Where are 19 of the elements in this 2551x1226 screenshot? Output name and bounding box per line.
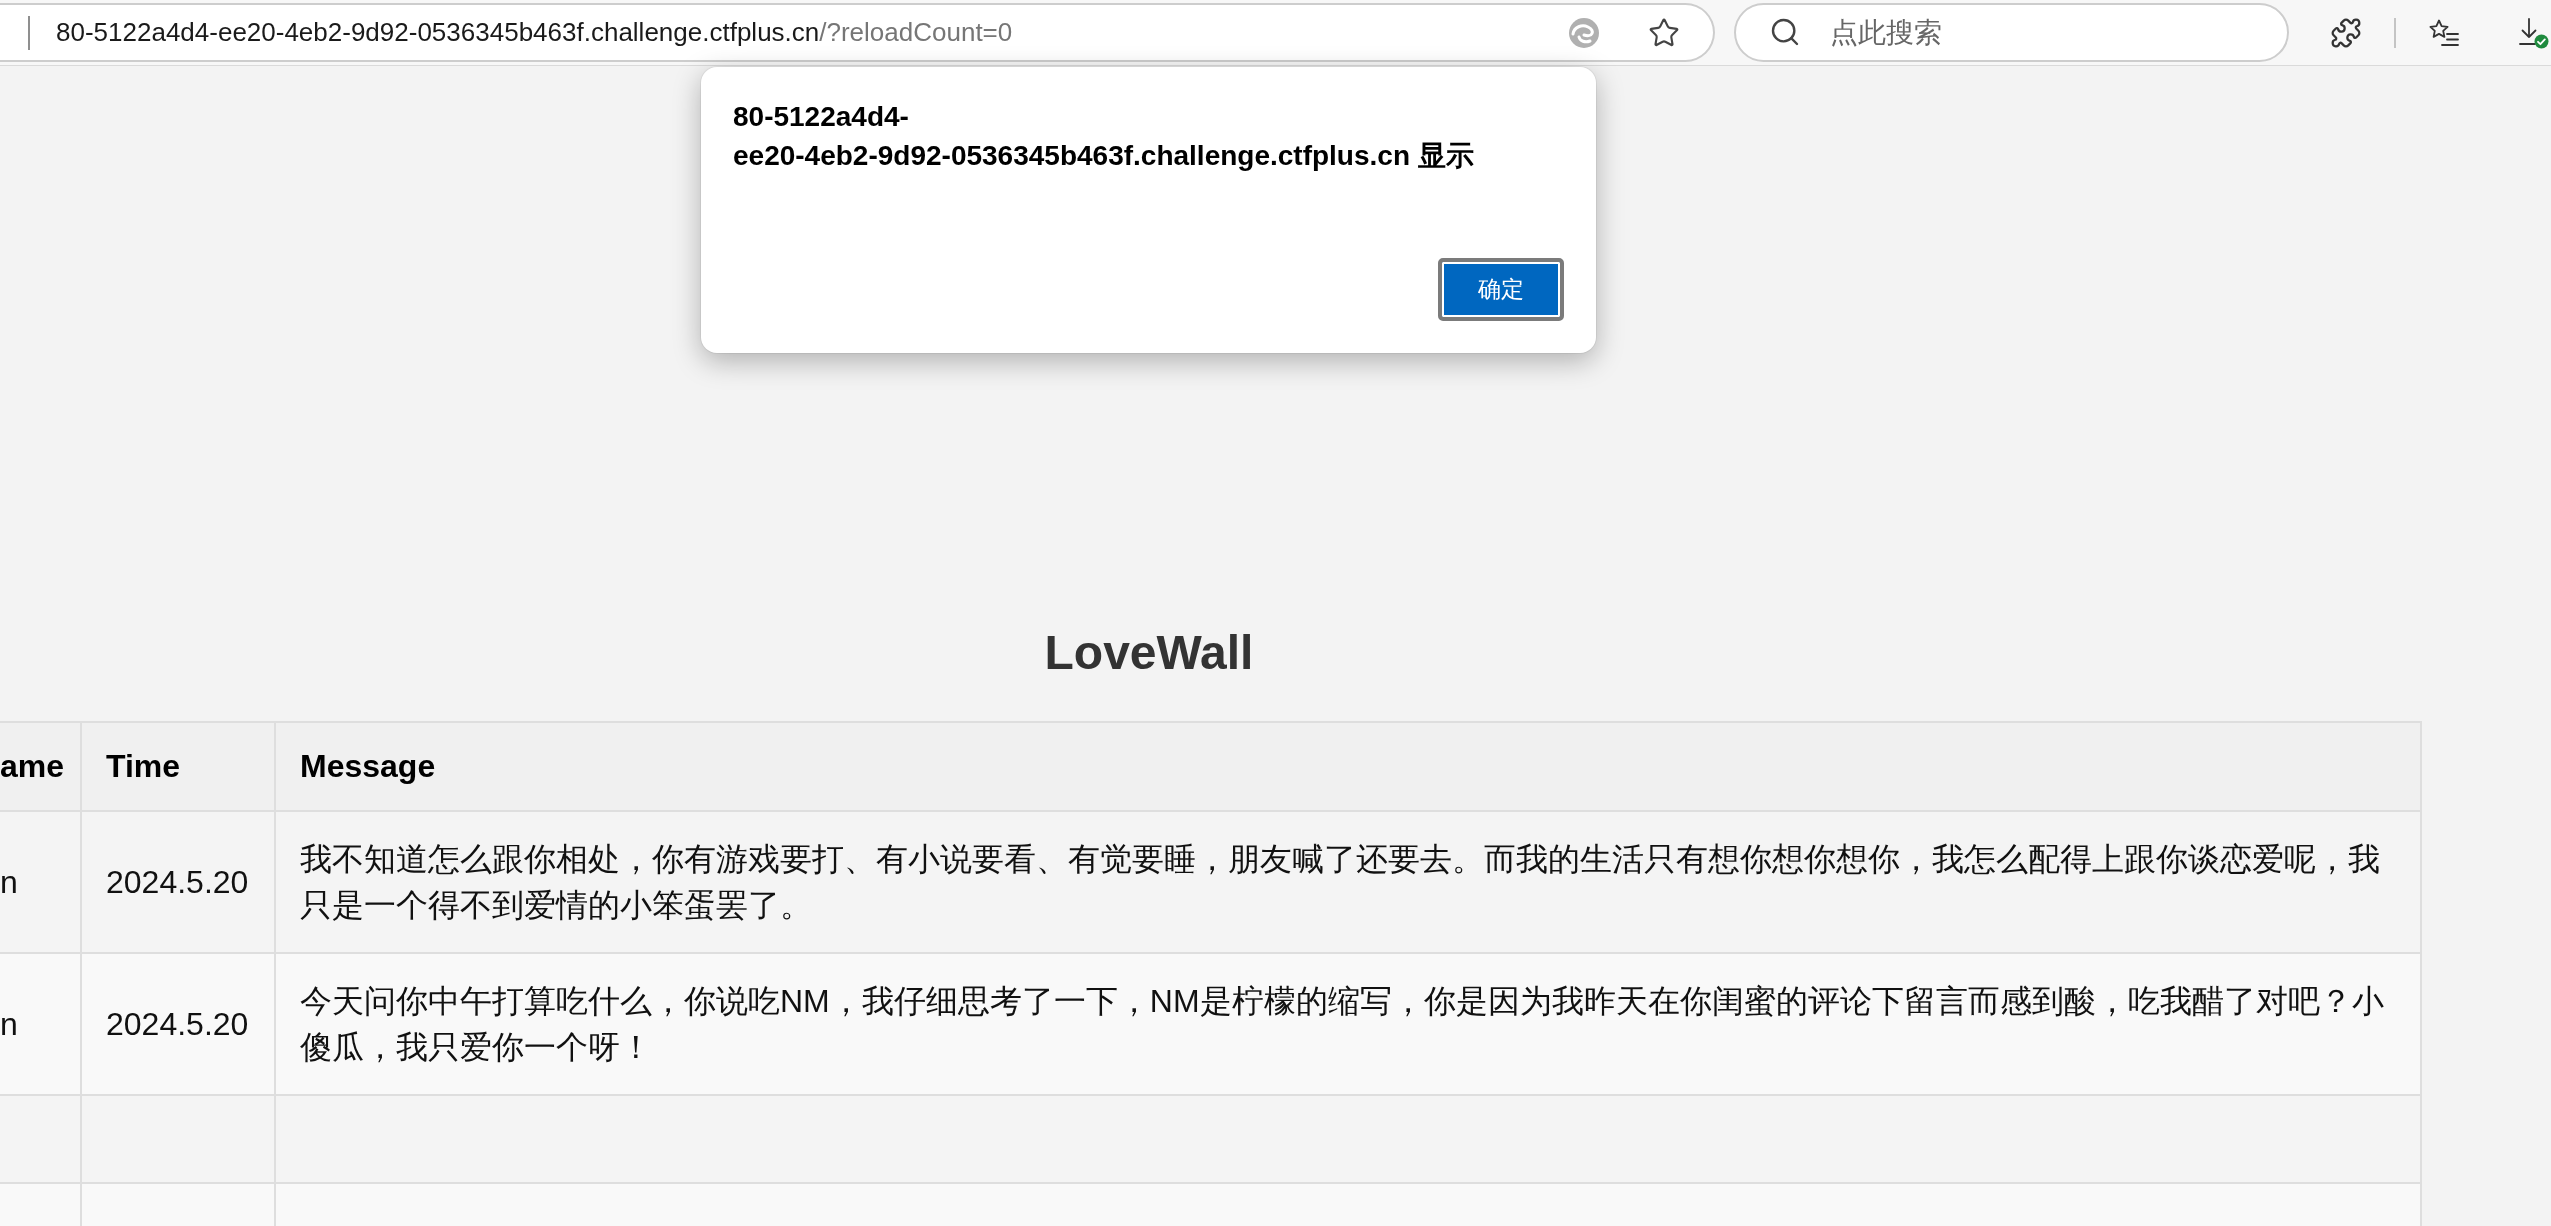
table-cell: 2024.5.20 [81,811,275,953]
url-text: 80-5122a4d4-ee20-4eb2-9d92-0536345b463f.challenge.ctfplus.cn/?reloadCount=0 [56,17,1013,48]
table-cell: n [0,953,81,1095]
table-cell: 2024.5.20 [81,953,275,1095]
table-cell: 今天问你中午打算吃什么，你说吃NM，我仔细思考了一下，NM是柠檬的缩写，你是因为我昨天在你闺蜜的评论下留言而感到酸，吃我醋了对吧？小傻瓜，我只爱你一个呀！ [275,953,2421,1095]
column-header: Message [275,722,2421,811]
column-header: Time [81,722,275,811]
page-title: LoveWall [1044,625,1254,680]
table-cell: 我不知道怎么跟你相处，你有游戏要打、有小说要看、有觉要睡，朋友喊了还要去。而我的生活只有想你想你想你，我怎么配得上跟你谈恋爱呢，我只是一个得不到爱情的小笨蛋罢了。 [275,811,2421,953]
search-icon [1769,16,1801,48]
table-cell: n [0,811,81,953]
puzzle-icon[interactable] [2330,16,2362,49]
search-field[interactable]: 点此搜索 [1734,3,2289,62]
ok-button[interactable]: 确定 [1438,258,1564,321]
star-icon[interactable] [1648,16,1680,49]
download-check-icon[interactable] [2517,16,2549,49]
column-header: ame [0,722,81,811]
address-bar[interactable]: 80-5122a4d4-ee20-4eb2-9d92-0536345b463f.challenge.ctfplus.cn/?reloadCount=0 [0,3,1715,62]
dialog-message: 80-5122a4d4-ee20-4eb2-9d92-0536345b463f.challenge.ctfplus.cn 显示 [733,100,1475,173]
